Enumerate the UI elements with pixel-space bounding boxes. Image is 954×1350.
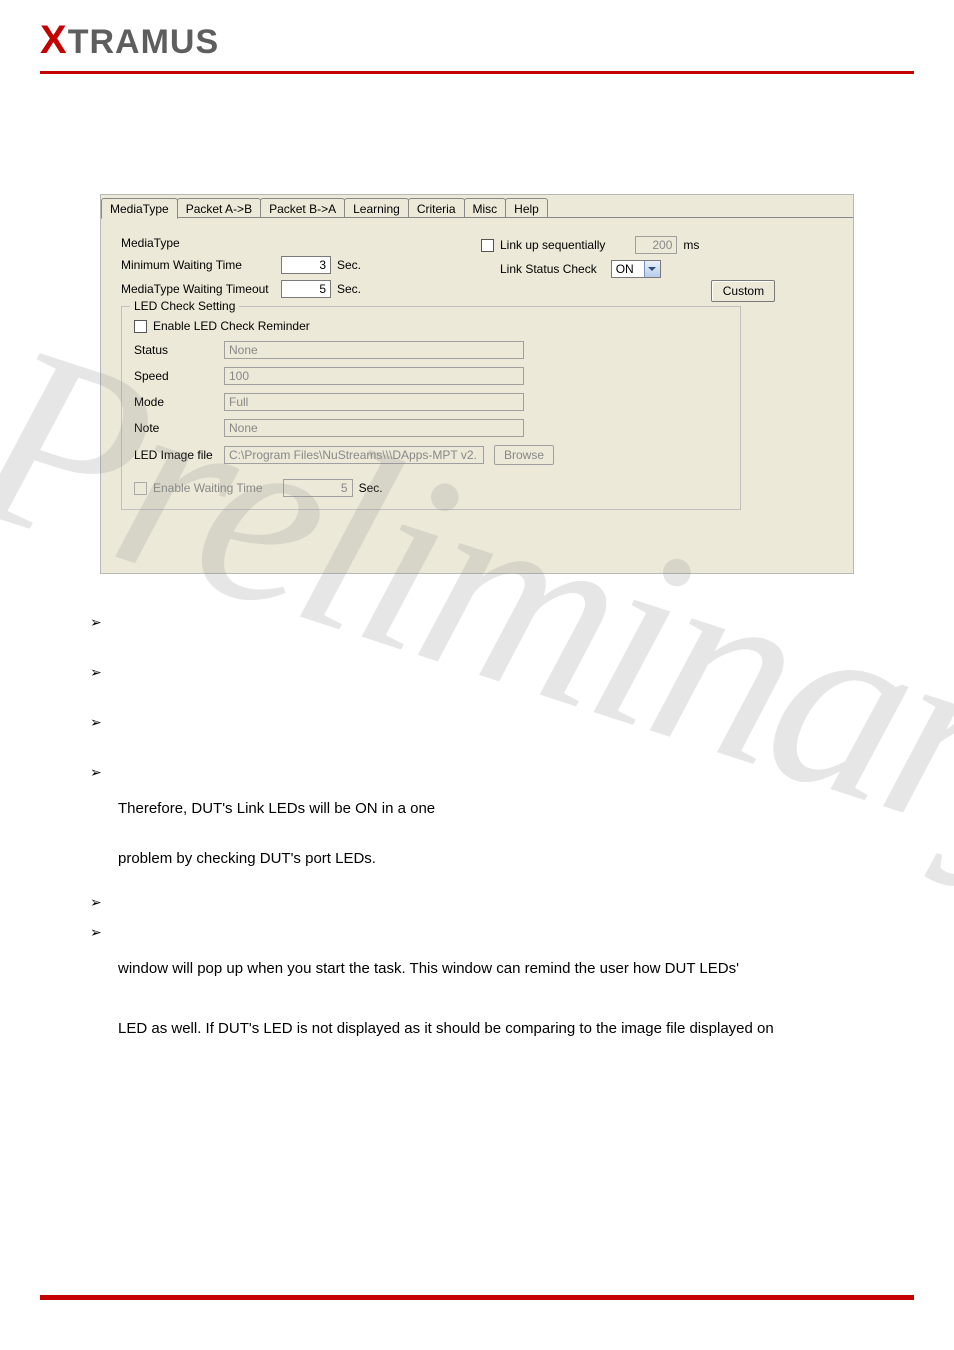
link-status-value: ON [616, 262, 634, 276]
led-check-legend: LED Check Setting [130, 299, 239, 313]
link-status-label: Link Status Check [500, 262, 597, 276]
para-4: LED as well. If DUT's LED is not display… [118, 1014, 894, 1044]
enable-waiting-label: Enable Waiting Time [153, 481, 263, 495]
link-status-dropdown[interactable]: ON [611, 260, 661, 278]
bullet-list-2 [90, 894, 894, 944]
list-item [90, 924, 894, 944]
bullet-list [90, 614, 894, 784]
sec-unit-3: Sec. [359, 481, 383, 495]
tab-criteria[interactable]: Criteria [408, 198, 465, 218]
min-wait-input[interactable] [281, 256, 331, 274]
right-column: Link up sequentially ms Link Status Chec… [481, 236, 699, 284]
browse-button: Browse [494, 445, 554, 465]
settings-panel: MediaType Packet A->B Packet B->A Learni… [100, 194, 854, 574]
tab-packet-ba[interactable]: Packet B->A [260, 198, 345, 218]
mediatype-timeout-input[interactable] [281, 280, 331, 298]
enable-waiting-wrap: Enable Waiting Time [134, 481, 263, 495]
ms-unit: ms [683, 238, 699, 252]
min-wait-label: Minimum Waiting Time [121, 258, 281, 272]
mode-input [224, 393, 524, 411]
enable-waiting-input [283, 479, 353, 497]
para-3: window will pop up when you start the ta… [118, 954, 894, 984]
list-item [90, 664, 894, 684]
note-input [224, 419, 524, 437]
status-input [224, 341, 524, 359]
logo: XTRAMUS [40, 23, 219, 61]
led-image-label: LED Image file [134, 448, 224, 462]
tab-help[interactable]: Help [505, 198, 548, 218]
mediatype-label: MediaType [121, 236, 281, 250]
footer-rule [40, 1295, 914, 1300]
para-2: problem by checking DUT's port LEDs. [118, 844, 894, 874]
tab-misc[interactable]: Misc [464, 198, 507, 218]
speed-input [224, 367, 524, 385]
para-1: Therefore, DUT's Link LEDs will be ON in… [118, 794, 894, 824]
status-label: Status [134, 343, 224, 357]
led-image-input [224, 446, 484, 464]
tab-mediatype[interactable]: MediaType [101, 198, 178, 219]
logo-x: X [40, 18, 68, 62]
header-rule [40, 71, 914, 74]
enable-waiting-checkbox [134, 482, 147, 495]
chevron-down-icon [644, 261, 660, 277]
mode-label: Mode [134, 395, 224, 409]
header: XTRAMUS [0, 0, 954, 71]
list-item [90, 894, 894, 914]
mediatype-timeout-label: MediaType Waiting Timeout [121, 282, 281, 296]
content: Preliminary MediaType Packet A->B Packet… [0, 194, 954, 1044]
note-label: Note [134, 421, 224, 435]
ms-input [635, 236, 677, 254]
list-item [90, 764, 894, 784]
enable-led-reminder-checkbox[interactable] [134, 320, 147, 333]
tab-body: MediaType Minimum Waiting Time Sec. Medi… [101, 217, 853, 573]
sec-unit-1: Sec. [337, 258, 361, 272]
speed-label: Speed [134, 369, 224, 383]
led-check-fieldset: LED Check Setting Enable LED Check Remin… [121, 306, 741, 510]
linkup-seq-checkbox[interactable] [481, 239, 494, 252]
linkup-seq-label: Link up sequentially [500, 238, 605, 252]
list-item [90, 614, 894, 634]
logo-rest: TRAMUS [68, 23, 219, 61]
tab-packet-ab[interactable]: Packet A->B [177, 198, 261, 218]
custom-button[interactable]: Custom [711, 280, 775, 302]
enable-led-reminder-label: Enable LED Check Reminder [153, 319, 310, 333]
tab-learning[interactable]: Learning [344, 198, 409, 218]
list-item [90, 714, 894, 734]
tab-bar: MediaType Packet A->B Packet B->A Learni… [101, 195, 853, 217]
sec-unit-2: Sec. [337, 282, 361, 296]
